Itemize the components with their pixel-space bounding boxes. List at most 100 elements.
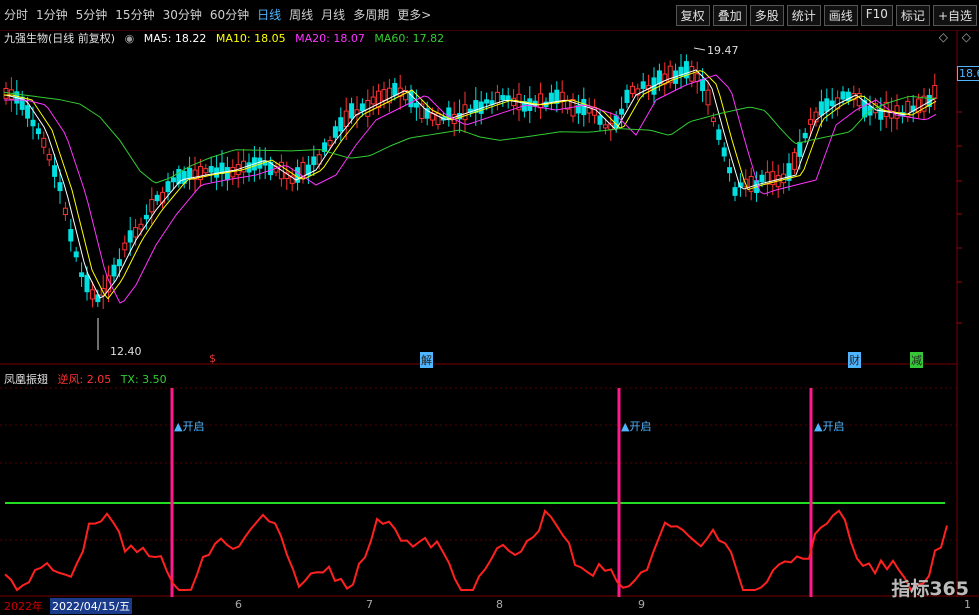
nifeng-line	[4, 508, 948, 592]
current-price-tag: 18.6	[957, 66, 979, 81]
candle-body	[187, 167, 193, 179]
candle-body	[538, 93, 544, 109]
event-marker-s[interactable]: $	[209, 352, 216, 365]
candle-body	[35, 128, 41, 135]
candle-body	[721, 147, 727, 157]
candle-body	[581, 98, 587, 116]
signal-label: ▲开启	[174, 420, 205, 433]
candle-body	[413, 102, 419, 108]
candle-body	[462, 104, 468, 121]
tx-label: TX: 3.50	[120, 373, 167, 386]
candle-body	[392, 83, 398, 96]
candle-body	[597, 115, 603, 125]
candle-body	[30, 119, 36, 127]
candle-body	[68, 229, 74, 242]
candle-body	[484, 99, 490, 104]
year-label: 2022年	[4, 600, 43, 613]
candle-body	[619, 108, 625, 115]
ma-legend: 九强生物(日线 前复权) ◉ MA5: 18.22 MA10: 18.05 MA…	[4, 30, 450, 46]
nifeng-label: 逆风: 2.05	[57, 373, 112, 386]
event-marker-jian[interactable]: 减	[910, 352, 923, 368]
candle-body	[208, 166, 214, 173]
candle-body	[57, 182, 63, 192]
candle-body	[143, 214, 149, 220]
candle-body	[791, 152, 797, 170]
candle-body	[46, 153, 52, 161]
candle-body	[932, 84, 938, 99]
candle-body	[89, 289, 95, 300]
candle-body	[705, 89, 711, 106]
candle-body	[624, 89, 630, 103]
candle-body	[343, 110, 349, 128]
date-axis: 2022年 2022/04/15/五 6 7 8 9 1	[0, 597, 979, 615]
candle-body	[133, 227, 139, 238]
candle-body	[25, 105, 31, 119]
diamond-icon[interactable]: ◇	[939, 30, 948, 44]
watermark-logo: 指标365	[891, 578, 969, 600]
candle-body	[154, 194, 160, 202]
candle-body	[829, 100, 835, 107]
candle-body	[494, 91, 500, 104]
candle-body	[62, 207, 68, 216]
candle-body	[856, 93, 862, 107]
ma5-line	[3, 69, 937, 299]
candle-body	[376, 90, 382, 109]
candle-body	[430, 113, 436, 121]
high-marker	[693, 47, 706, 51]
diamond-icon[interactable]: ◇	[962, 30, 971, 44]
chart-controls: ◇ ◇	[929, 30, 971, 44]
candle-body	[149, 199, 155, 213]
candle-body	[84, 274, 90, 293]
month-label: 7	[366, 598, 373, 611]
candle-body	[732, 187, 738, 196]
signal-label: ▲开启	[621, 420, 652, 433]
candle-body	[548, 92, 554, 103]
candle-body	[629, 85, 635, 94]
candle-body	[656, 70, 662, 85]
candle-body	[370, 96, 376, 105]
candle-body	[818, 101, 824, 116]
candle-body	[3, 87, 9, 99]
kline-chart[interactable]	[0, 0, 979, 615]
settings-icon[interactable]: ◉	[125, 32, 135, 45]
candle-body	[327, 139, 333, 146]
candle-body	[710, 117, 716, 123]
candle-body	[759, 174, 765, 183]
candle-body	[116, 259, 122, 267]
candle-body	[802, 132, 808, 139]
candle-body	[500, 95, 506, 101]
candle-body	[52, 165, 58, 177]
candle-body	[122, 242, 128, 251]
candle-body	[349, 103, 355, 119]
current-date-label: 2022/04/15/五	[50, 598, 133, 614]
ma60-label: MA60: 17.82	[374, 32, 445, 45]
candle-body	[332, 126, 338, 138]
candle-body	[170, 177, 176, 183]
candle-body	[8, 89, 14, 100]
event-marker-jie[interactable]: 解	[420, 352, 433, 368]
candle-body	[797, 141, 803, 157]
candle-body	[602, 124, 608, 129]
candle-body	[311, 156, 317, 166]
candle-body	[640, 81, 646, 89]
month-label: 9	[638, 598, 645, 611]
indicator-legend: 凤凰振翅 逆风: 2.05 TX: 3.50	[4, 371, 173, 387]
candle-body	[808, 119, 814, 125]
candle-body	[165, 181, 171, 193]
signal-label: ▲开启	[814, 420, 845, 433]
candle-body	[700, 79, 706, 92]
candle-body	[381, 89, 387, 101]
candle-body	[203, 168, 209, 174]
candle-body	[138, 223, 144, 230]
stock-title: 九强生物(日线 前复权)	[4, 32, 116, 45]
candle-body	[727, 167, 733, 174]
candle-body	[716, 129, 722, 140]
month-label: 8	[496, 598, 503, 611]
candle-body	[224, 167, 230, 181]
candle-body	[505, 95, 511, 101]
indicator-name[interactable]: 凤凰振翅	[4, 373, 48, 386]
ma10-label: MA10: 18.05	[215, 32, 286, 45]
candle-body	[338, 117, 344, 132]
event-marker-cai[interactable]: 财	[848, 352, 861, 368]
candle-body	[359, 103, 365, 112]
